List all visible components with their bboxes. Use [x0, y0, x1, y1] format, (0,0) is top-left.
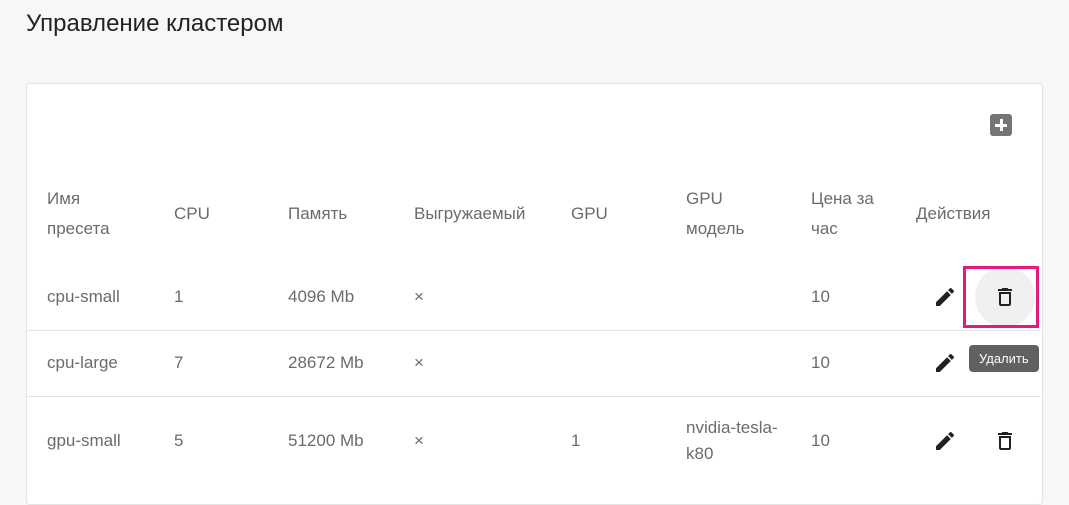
column-header-gpu-model: GPU модель	[686, 189, 745, 238]
column-header-cpu: CPU	[174, 204, 210, 223]
column-header-gpu: GPU	[571, 204, 608, 223]
column-header-price: Цена за час	[811, 189, 874, 238]
edit-button[interactable]	[915, 411, 975, 471]
cell-price: 10	[811, 287, 830, 306]
cell-cpu: 7	[174, 353, 184, 372]
page-title: Управление кластером	[26, 10, 284, 37]
delete-button[interactable]	[975, 267, 1035, 327]
trash-icon	[998, 288, 1012, 306]
cell-cpu: 5	[174, 431, 184, 450]
column-header-memory: Память	[288, 204, 348, 223]
add-preset-button[interactable]	[989, 113, 1013, 137]
cell-gpu: 1	[571, 431, 581, 450]
cell-gpu-model: nvidia-tesla-k80	[686, 418, 778, 463]
cell-preset-name: cpu-small	[47, 287, 120, 306]
trash-icon	[998, 432, 1012, 450]
cell-memory: 28672 Mb	[288, 353, 364, 372]
column-header-actions: Действия	[916, 204, 991, 223]
row-divider	[27, 330, 1041, 331]
cell-price: 10	[811, 431, 830, 450]
pencil-icon	[936, 431, 955, 450]
delete-tooltip: Удалить	[969, 345, 1039, 372]
pencil-icon	[936, 353, 955, 372]
pencil-icon	[936, 287, 955, 306]
add-box-icon	[990, 114, 1012, 136]
edit-button[interactable]	[915, 333, 975, 393]
cell-preemptible: ×	[414, 431, 424, 450]
column-header-preemptible: Выгружаемый	[414, 204, 526, 223]
cell-preset-name: cpu-large	[47, 353, 118, 372]
cell-preemptible: ×	[414, 287, 424, 306]
edit-button[interactable]	[915, 267, 975, 327]
column-header-preset-name: Имя пресета	[47, 189, 110, 238]
cell-price: 10	[811, 353, 830, 372]
cell-memory: 4096 Mb	[288, 287, 355, 306]
cell-preemptible: ×	[414, 353, 424, 372]
row-divider	[27, 396, 1041, 397]
cell-preset-name: gpu-small	[47, 431, 121, 450]
cell-cpu: 1	[174, 287, 184, 306]
delete-button[interactable]	[975, 411, 1035, 471]
cell-memory: 51200 Mb	[288, 431, 364, 450]
